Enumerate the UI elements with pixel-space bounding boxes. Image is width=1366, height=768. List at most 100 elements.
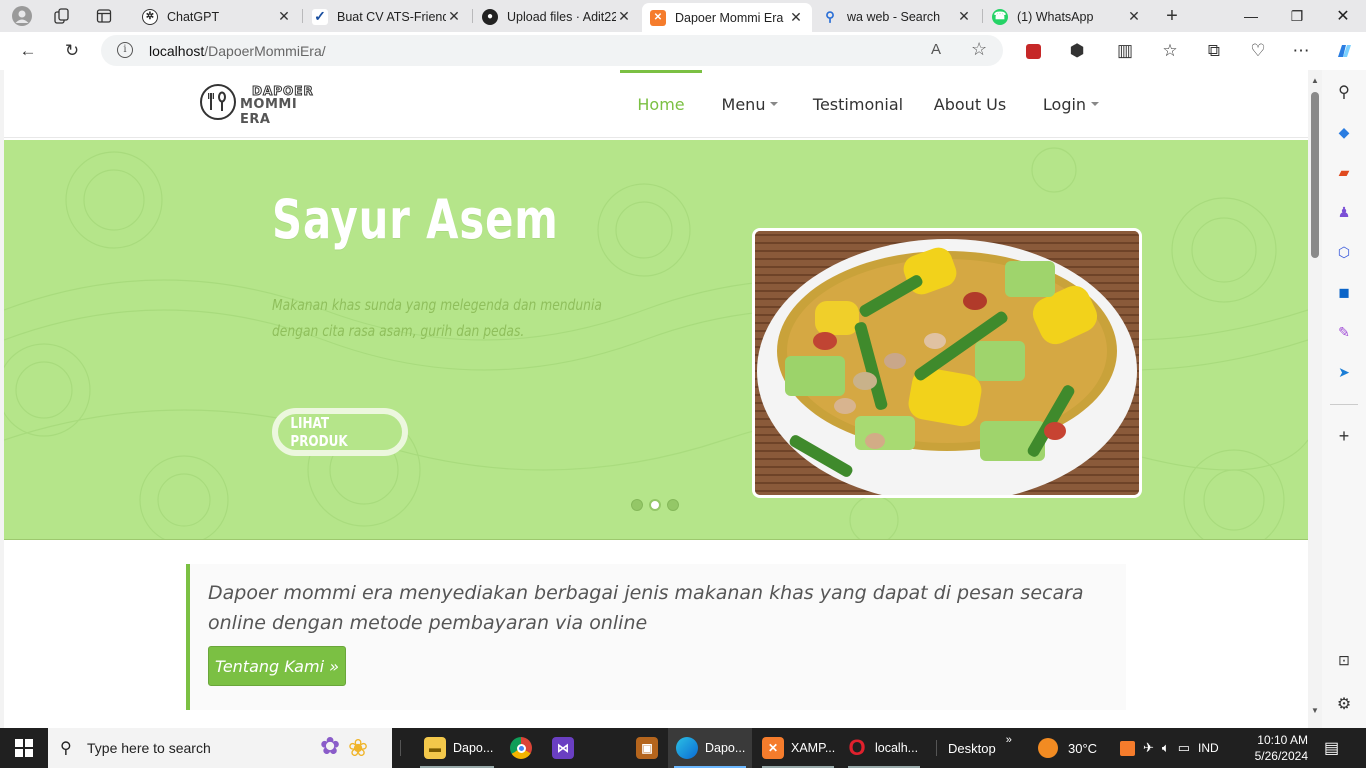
hide-sidebar-icon[interactable]: ⊡	[1334, 650, 1354, 670]
workspaces-icon[interactable]	[50, 5, 74, 27]
page-viewport: DAPOER MOMMI ERA Home Menu Testimonial A…	[0, 70, 1322, 728]
hero-description: Makanan khas sunda yang melegenda dan me…	[272, 296, 602, 340]
close-tab-icon[interactable]: ✕	[956, 8, 972, 25]
tentang-kami-button[interactable]: Tentang Kami »	[208, 646, 346, 686]
close-window-icon[interactable]: ✕	[1320, 0, 1366, 32]
airplane-mode-icon[interactable]: ✈	[1143, 740, 1154, 756]
outlook-icon[interactable]: ◼	[1334, 282, 1354, 302]
address-bar[interactable]: i localhost/DapoerMommiEra/ A ☆	[101, 35, 1003, 66]
read-aloud-icon[interactable]: A	[931, 41, 941, 58]
chatgpt-icon: ✲	[142, 8, 158, 25]
scroll-up-icon[interactable]: ▲	[1311, 76, 1319, 85]
lihat-produk-button[interactable]: LIHAT PRODUK	[272, 408, 408, 456]
nav-about-us[interactable]: About Us	[924, 70, 1016, 138]
volume-icon[interactable]: 🔈︎	[1162, 740, 1170, 756]
tab-github-upload[interactable]: ● Upload files · Adit22 ✕	[474, 3, 640, 30]
collections-icon[interactable]: ⧉	[1200, 39, 1228, 63]
photo-app-icon: ▣	[636, 737, 658, 759]
flower-decoration-icon: ❀	[348, 735, 369, 762]
opera-icon: O	[848, 735, 866, 760]
split-screen-icon[interactable]: ▥	[1111, 39, 1139, 63]
nav-home[interactable]: Home	[620, 70, 702, 138]
taskbar-app-edge[interactable]: Dapo...	[668, 728, 752, 768]
tab-dapoer-mommi-era[interactable]: ✕ Dapoer Mommi Era ✕	[642, 3, 812, 32]
search-icon: ⚲	[60, 740, 72, 757]
close-tab-icon[interactable]: ✕	[276, 8, 292, 25]
site-header: DAPOER MOMMI ERA Home Menu Testimonial A…	[4, 70, 1308, 138]
scrollbar-thumb[interactable]	[1311, 92, 1319, 258]
taskbar-search[interactable]: ⚲ Type here to search ✿ ❀	[48, 728, 392, 768]
tab-whatsapp[interactable]: ☎ (1) WhatsApp ✕	[984, 3, 1150, 30]
restore-icon[interactable]: ❐	[1274, 0, 1320, 32]
new-tab-icon[interactable]: +	[1160, 5, 1184, 27]
tab-wa-web-search[interactable]: ⚲ wa web - Search ✕	[814, 3, 980, 30]
more-menu-icon[interactable]: ⋯	[1287, 39, 1315, 63]
taskbar-search-placeholder: Type here to search	[87, 740, 211, 756]
notifications-icon[interactable]: ▤	[1324, 728, 1339, 768]
clock[interactable]: 10:10 AM 5/26/2024	[1255, 728, 1308, 768]
back-icon[interactable]: ←	[14, 39, 42, 63]
whatsapp-icon: ☎	[992, 8, 1008, 25]
nav-menu[interactable]: Menu	[708, 70, 792, 138]
favorite-star-icon[interactable]: ☆	[971, 39, 987, 60]
site-logo[interactable]: DAPOER MOMMI ERA	[200, 82, 330, 127]
desktop-toolbar[interactable]: Desktop»	[948, 728, 1012, 768]
taskbar-app-chrome[interactable]	[504, 728, 538, 768]
windows-start-icon[interactable]	[0, 728, 48, 768]
copilot-icon[interactable]	[1330, 39, 1358, 63]
close-tab-icon[interactable]: ✕	[788, 9, 804, 26]
hero-slider: Sayur Asem Makanan khas sunda yang meleg…	[4, 140, 1308, 540]
scroll-down-icon[interactable]: ▼	[1311, 706, 1319, 715]
nav-login[interactable]: Login	[1028, 70, 1114, 138]
microsoft365-icon[interactable]: ⬡	[1334, 242, 1354, 262]
weather-widget[interactable]: 30°C	[1038, 728, 1097, 768]
language-indicator[interactable]: IND	[1198, 741, 1219, 755]
close-tab-icon[interactable]: ✕	[446, 8, 462, 25]
taskbar-app-opera[interactable]: O localh...	[842, 728, 926, 768]
address-url[interactable]: localhost/DapoerMommiEra/	[149, 43, 326, 59]
taskbar-app-photo[interactable]: ▣	[630, 728, 664, 768]
xampp-icon: ✕	[650, 9, 666, 26]
page-scrollbar[interactable]: ▲ ▼	[1308, 70, 1322, 728]
tools-icon[interactable]: ▰	[1334, 162, 1354, 182]
taskbar-app-file-explorer[interactable]: ▬ Dapo...	[414, 728, 500, 768]
lavender-decoration-icon: ✿	[320, 733, 341, 760]
extension-red-icon[interactable]	[1019, 39, 1047, 63]
close-tab-icon[interactable]: ✕	[616, 8, 632, 25]
tab-buat-cv[interactable]: ✓ Buat CV ATS-Friendl ✕	[304, 3, 470, 30]
taskbar-app-xampp[interactable]: ✕ XAMP...	[756, 728, 840, 768]
edge-icon	[676, 737, 698, 759]
browser-essentials-icon[interactable]: ♡	[1244, 39, 1272, 63]
visual-studio-icon: ⋈	[552, 737, 574, 759]
sidebar-settings-icon[interactable]: ⚙	[1334, 694, 1354, 714]
games-icon[interactable]: ♟	[1334, 202, 1354, 222]
search-icon[interactable]: ⚲	[1334, 82, 1354, 102]
xampp-tray-icon[interactable]	[1120, 740, 1135, 756]
nav-testimonial[interactable]: Testimonial	[804, 70, 912, 138]
slide-dot-3[interactable]	[667, 499, 679, 511]
utensils-icon	[200, 84, 236, 120]
about-intro-text: Dapoer mommi era menyediakan berbagai je…	[208, 582, 1084, 634]
extensions-icon[interactable]: ⬢	[1063, 39, 1091, 63]
tab-chatgpt[interactable]: ✲ ChatGPT ✕	[134, 3, 300, 30]
battery-icon[interactable]: ▭	[1178, 740, 1190, 756]
shopping-tag-icon[interactable]: ◆	[1334, 122, 1354, 142]
slide-dot-1[interactable]	[631, 499, 643, 511]
chrome-icon	[510, 737, 532, 759]
system-tray[interactable]: ✈ 🔈︎ ▭ IND	[1120, 728, 1219, 768]
add-sidebar-app-icon[interactable]: +	[1334, 426, 1354, 446]
close-tab-icon[interactable]: ✕	[1126, 8, 1142, 25]
refresh-icon[interactable]: ↻	[58, 39, 86, 63]
site-info-icon[interactable]: i	[117, 42, 133, 58]
tab-actions-icon[interactable]	[92, 5, 116, 27]
taskbar-app-visual-studio[interactable]: ⋈	[546, 728, 580, 768]
sun-icon	[1038, 738, 1058, 758]
profile-icon[interactable]	[10, 5, 34, 27]
favorites-icon[interactable]: ☆	[1156, 39, 1184, 63]
drop-icon[interactable]: ➤	[1334, 362, 1354, 382]
slide-dot-2[interactable]	[649, 499, 661, 511]
logo-line1: DAPOER	[252, 84, 314, 99]
minimize-icon[interactable]: —	[1228, 0, 1274, 32]
windows-taskbar: ⚲ Type here to search ✿ ❀ ▬ Dapo... ⋈ ▣ …	[0, 728, 1366, 768]
designer-icon[interactable]: ✎	[1334, 322, 1354, 342]
